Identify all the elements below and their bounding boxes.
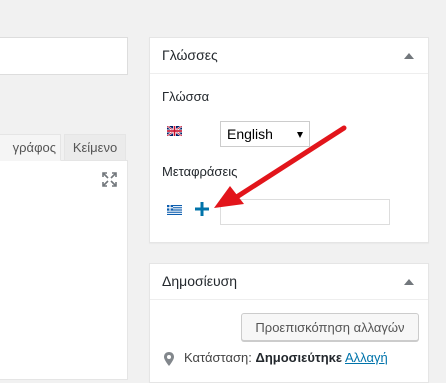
post-status-row: Κατάσταση: Δημοσιεύτηκε Αλλαγή (184, 350, 388, 365)
languages-box-title: Γλώσσες (162, 47, 218, 63)
dropdown-arrow-icon (297, 132, 303, 138)
language-select[interactable]: English (220, 121, 310, 147)
tab-text[interactable]: Κείμενο (64, 134, 126, 161)
translation-input[interactable] (220, 199, 390, 225)
status-value: Δημοσιεύτηκε (255, 350, 343, 365)
collapse-arrow-icon[interactable] (404, 53, 414, 59)
collapse-arrow-icon[interactable] (404, 279, 414, 285)
publish-box-title: Δημοσίευση (162, 273, 238, 289)
languages-box-header[interactable]: Γλώσσες (150, 38, 428, 74)
languages-metabox: Γλώσσες Γλώσσα English Μεταφράσεις (149, 37, 429, 243)
status-label: Κατάσταση: (184, 350, 252, 365)
fullscreen-icon[interactable] (101, 171, 118, 188)
add-translation-plus-icon[interactable] (195, 202, 209, 216)
tab-visual[interactable]: γράφος (0, 134, 61, 161)
publish-box-header[interactable]: Δημοσίευση (150, 264, 428, 300)
pin-icon (164, 352, 174, 366)
greek-flag-icon (167, 205, 182, 215)
post-title-input[interactable] (0, 37, 128, 75)
editor-content-area[interactable] (0, 160, 128, 380)
publish-metabox: Δημοσίευση Προεπισκόπηση αλλαγών Κατάστα… (149, 263, 429, 383)
preview-changes-button[interactable]: Προεπισκόπηση αλλαγών (241, 313, 419, 341)
translations-label: Μεταφράσεις (162, 164, 238, 179)
status-change-link[interactable]: Αλλαγή (345, 350, 388, 365)
uk-flag-icon (167, 126, 182, 136)
language-label: Γλώσσα (162, 89, 210, 104)
